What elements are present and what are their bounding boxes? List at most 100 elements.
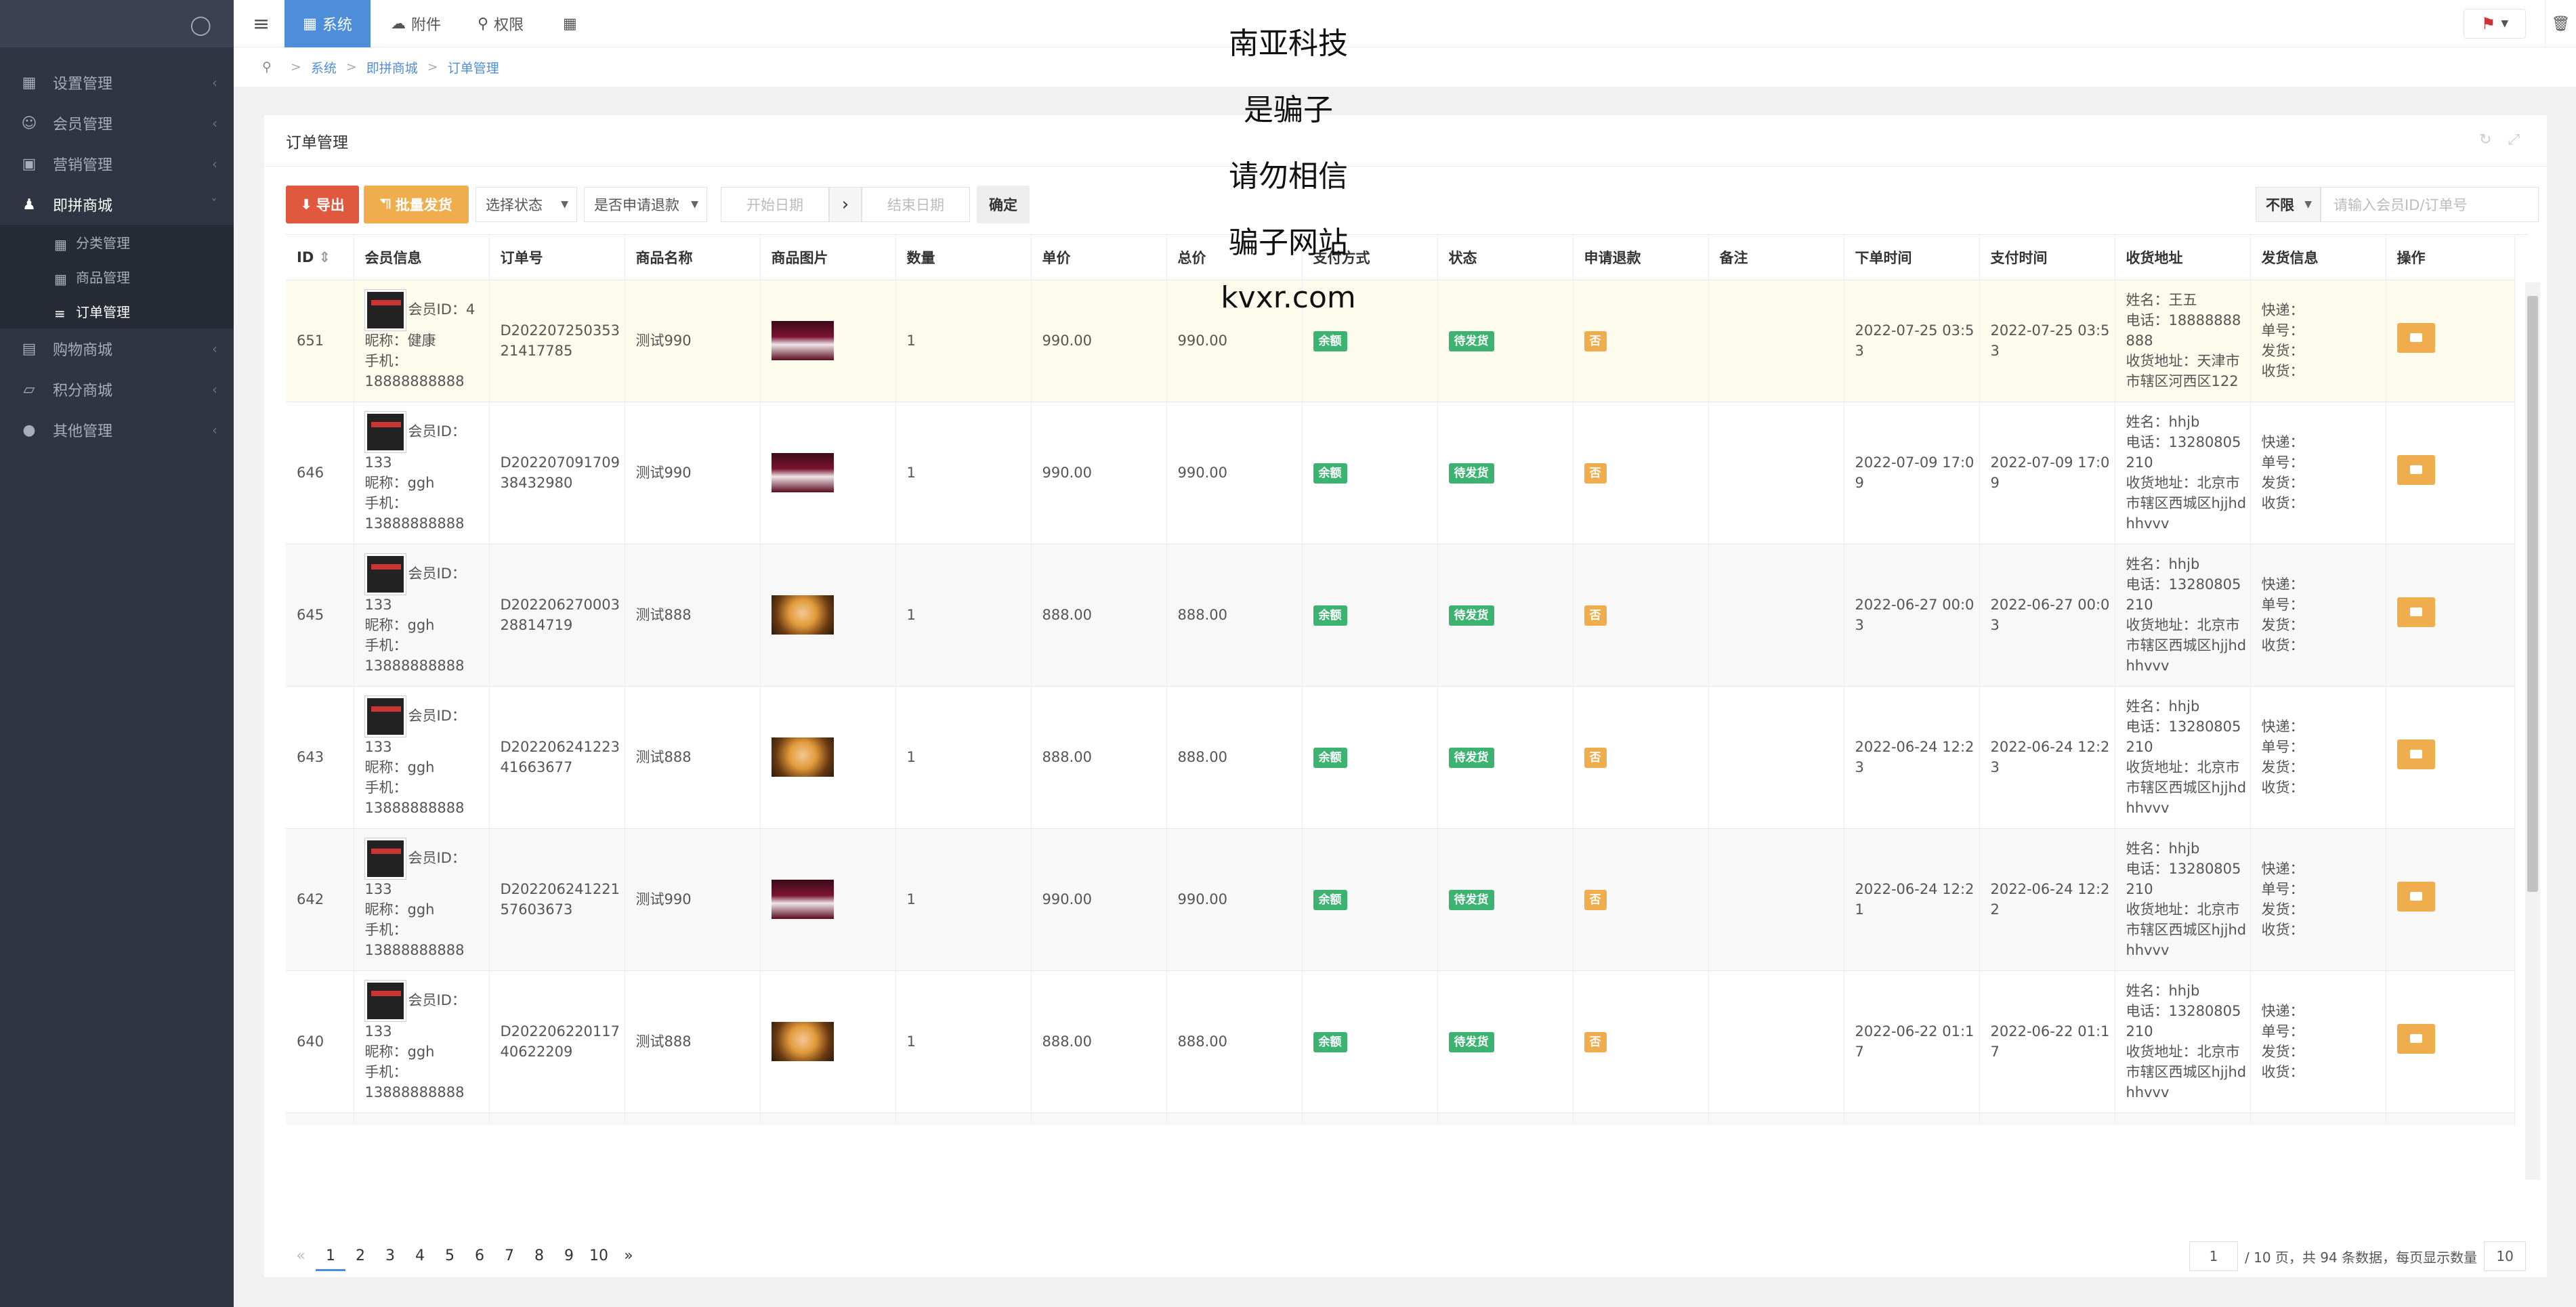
start-date-input[interactable]: 开始日期	[721, 187, 829, 222]
apps-grid-icon[interactable]: ▦	[563, 0, 577, 47]
cell-member: 会员ID：133 昵称：ggh 手机：13888888888	[354, 970, 490, 1113]
cell-note	[1708, 1113, 1844, 1126]
member-line: 手机：13888888888	[364, 922, 465, 958]
page-info: 1 / 10 页，共 94 条数据，每页显示数量 10	[2189, 1239, 2528, 1273]
cell-refund: 否	[1573, 402, 1709, 544]
cell-id: 640	[286, 970, 354, 1113]
tab-label: 附件	[411, 17, 442, 34]
ship-action-button[interactable]	[2396, 323, 2435, 353]
page-number[interactable]: 9	[554, 1241, 584, 1271]
page-size-input[interactable]: 10	[2484, 1241, 2527, 1271]
column-header: 发货信息	[2250, 235, 2386, 280]
sidebar-item-settings[interactable]: ▦ 设置管理 ‹	[0, 62, 234, 103]
table-scrollbar[interactable]	[2525, 282, 2540, 1180]
search-input[interactable]: 请输入会员ID/订单号	[2321, 187, 2539, 222]
status-select-value: 选择状态	[486, 197, 543, 213]
ship-action-button[interactable]	[2396, 455, 2435, 485]
cell-status: 待发货	[1437, 280, 1574, 402]
cell-order-no: D20220620151656	[489, 1113, 625, 1126]
sidebar-item-group-mall[interactable]: ♟ 即拼商城 ˇ	[0, 184, 234, 225]
ship-action-button[interactable]	[2396, 1024, 2435, 1054]
cell-address: 姓名：hhjb 电话：13280805210 收货地址：北京市市辖区西城区hjjhd…	[2115, 970, 2251, 1113]
breadcrumb-link[interactable]: 即拼商城	[366, 58, 418, 77]
cell-order-time: 2022-06-20 15:16	[1844, 1113, 1980, 1126]
breadcrumb-link[interactable]: 系统	[311, 58, 337, 77]
search-scope-select[interactable]: 不限 ▼	[2256, 187, 2321, 222]
orders-table: ID ⇕ 会员信息 订单号 商品名称 商品图片 数量 单价 总价 支付方式 状态 申请退款 备注 下单时…	[286, 234, 2528, 1126]
end-date-input[interactable]: 结束日期	[862, 187, 970, 222]
trash-icon[interactable]: 🗑	[2545, 0, 2576, 47]
cart-icon: ▤	[22, 340, 37, 358]
table-body: 651 会员ID：4 昵称：健康 手机：18888888888 D20220725035…	[286, 280, 2515, 1126]
cell-image	[760, 544, 896, 687]
drop-icon[interactable]: ◯	[190, 14, 211, 36]
table-row[interactable]: 640 会员ID：133 昵称：ggh 手机：13888888888 D20220622…	[286, 970, 2515, 1113]
tab-system[interactable]: ▦ 系统	[284, 0, 371, 47]
table-row[interactable]: 638会员ID：132D20220620151656测试9901990.0099…	[286, 1113, 2515, 1126]
refund-select[interactable]: 是否申请退款 ▼	[584, 187, 707, 222]
fullscreen-icon[interactable]: ⤢	[2508, 131, 2520, 148]
breadcrumb-current[interactable]: 订单管理	[448, 58, 499, 77]
table-row[interactable]: 645 会员ID：133 昵称：ggh 手机：13888888888 D20220627…	[286, 544, 2515, 687]
table-row[interactable]: 643 会员ID：133 昵称：ggh 手机：13888888888 D20220624…	[286, 686, 2515, 829]
page-number[interactable]: 3	[375, 1241, 405, 1271]
tab-attachments[interactable]: ☁ 附件	[391, 0, 441, 47]
sidebar-item-points-mall[interactable]: ▱ 积分商城 ‹	[0, 369, 234, 410]
page-number[interactable]: 1	[316, 1241, 345, 1271]
sidebar-subitem-products[interactable]: ▦ 商品管理	[0, 259, 234, 294]
page-number[interactable]: 8	[524, 1241, 554, 1271]
cell-image	[760, 402, 896, 544]
page-number[interactable]: 10	[584, 1241, 614, 1271]
page-number[interactable]: 5	[435, 1241, 465, 1271]
cell-order-time: 2022-07-25 03:53	[1844, 280, 1980, 402]
shipping-line: 发货：	[2261, 1044, 2304, 1060]
sidebar-subitem-category[interactable]: ▦ 分类管理	[0, 225, 234, 259]
next-page-button[interactable]: »	[614, 1241, 643, 1271]
cell-total: 888.00	[1166, 970, 1303, 1113]
prev-page-button[interactable]: «	[286, 1241, 316, 1271]
column-header[interactable]: ID ⇕	[286, 235, 354, 280]
cell-order-no: D20220627000328814719	[489, 544, 625, 687]
table-row[interactable]: 642 会员ID：133 昵称：ggh 手机：13888888888 D20220624…	[286, 828, 2515, 971]
breadcrumb-separator: >	[427, 60, 438, 74]
cell-payment: 余额	[1302, 1113, 1438, 1126]
scrollbar-thumb[interactable]	[2527, 296, 2538, 892]
user-menu[interactable]: ⚑ ▼	[2464, 9, 2526, 39]
column-header: 数量	[895, 235, 1032, 280]
sidebar-item-members[interactable]: ☺ 会员管理 ‹	[0, 103, 234, 144]
page-number[interactable]: 7	[494, 1241, 524, 1271]
refresh-icon[interactable]: ↻	[2479, 131, 2491, 148]
payment-badge: 余额	[1313, 890, 1347, 910]
ship-action-button[interactable]	[2396, 882, 2435, 912]
cell-action	[2386, 828, 2515, 971]
menu-toggle-icon[interactable]: ≡	[253, 0, 270, 47]
column-header: 申请退款	[1573, 235, 1709, 280]
sidebar-item-other[interactable]: ● 其他管理 ‹	[0, 410, 234, 450]
cell-shipping: 快递： 单号： 发货： 收货：	[2250, 280, 2386, 402]
batch-ship-button[interactable]: ⛠ 批量发货	[364, 186, 469, 223]
column-header: 下单时间	[1844, 235, 1980, 280]
page-number[interactable]: 2	[345, 1241, 375, 1271]
sidebar-subitem-label: 商品管理	[76, 270, 130, 286]
sidebar-subitem-orders[interactable]: ≡ 订单管理	[0, 294, 234, 328]
page-jump-input[interactable]: 1	[2189, 1241, 2238, 1271]
address-line: 姓名：hhjb	[2126, 556, 2200, 572]
order-panel: 订单管理 ↻ ⤢ ⬇ 导出 ⛠ 批量发货 选择状态 ▼ 是否申请退款 ▼ 开始日…	[264, 115, 2547, 1277]
sidebar-item-shopping-mall[interactable]: ▤ 购物商城 ‹	[0, 328, 234, 369]
ship-action-button[interactable]	[2396, 597, 2435, 627]
ship-action-button[interactable]	[2396, 740, 2435, 769]
product-thumbnail	[771, 880, 834, 919]
page-number[interactable]: 6	[465, 1241, 494, 1271]
cell-status: 待发货	[1437, 544, 1574, 687]
sidebar-item-marketing[interactable]: ▣ 营销管理 ‹	[0, 144, 234, 184]
tab-permissions[interactable]: ⚲ 权限	[478, 0, 524, 47]
table-row[interactable]: 646 会员ID：133 昵称：ggh 手机：13888888888 D20220709…	[286, 402, 2515, 544]
product-thumbnail	[771, 1022, 834, 1061]
cell-shipping: 快递： 单号： 发货： 收货：	[2250, 686, 2386, 829]
confirm-button[interactable]: 确定	[977, 186, 1030, 223]
export-button[interactable]: ⬇ 导出	[286, 186, 359, 223]
page-number[interactable]: 4	[405, 1241, 435, 1271]
sort-icon[interactable]: ⇕	[314, 249, 331, 265]
table-row[interactable]: 651 会员ID：4 昵称：健康 手机：18888888888 D20220725035…	[286, 280, 2515, 402]
status-select[interactable]: 选择状态 ▼	[476, 187, 577, 222]
